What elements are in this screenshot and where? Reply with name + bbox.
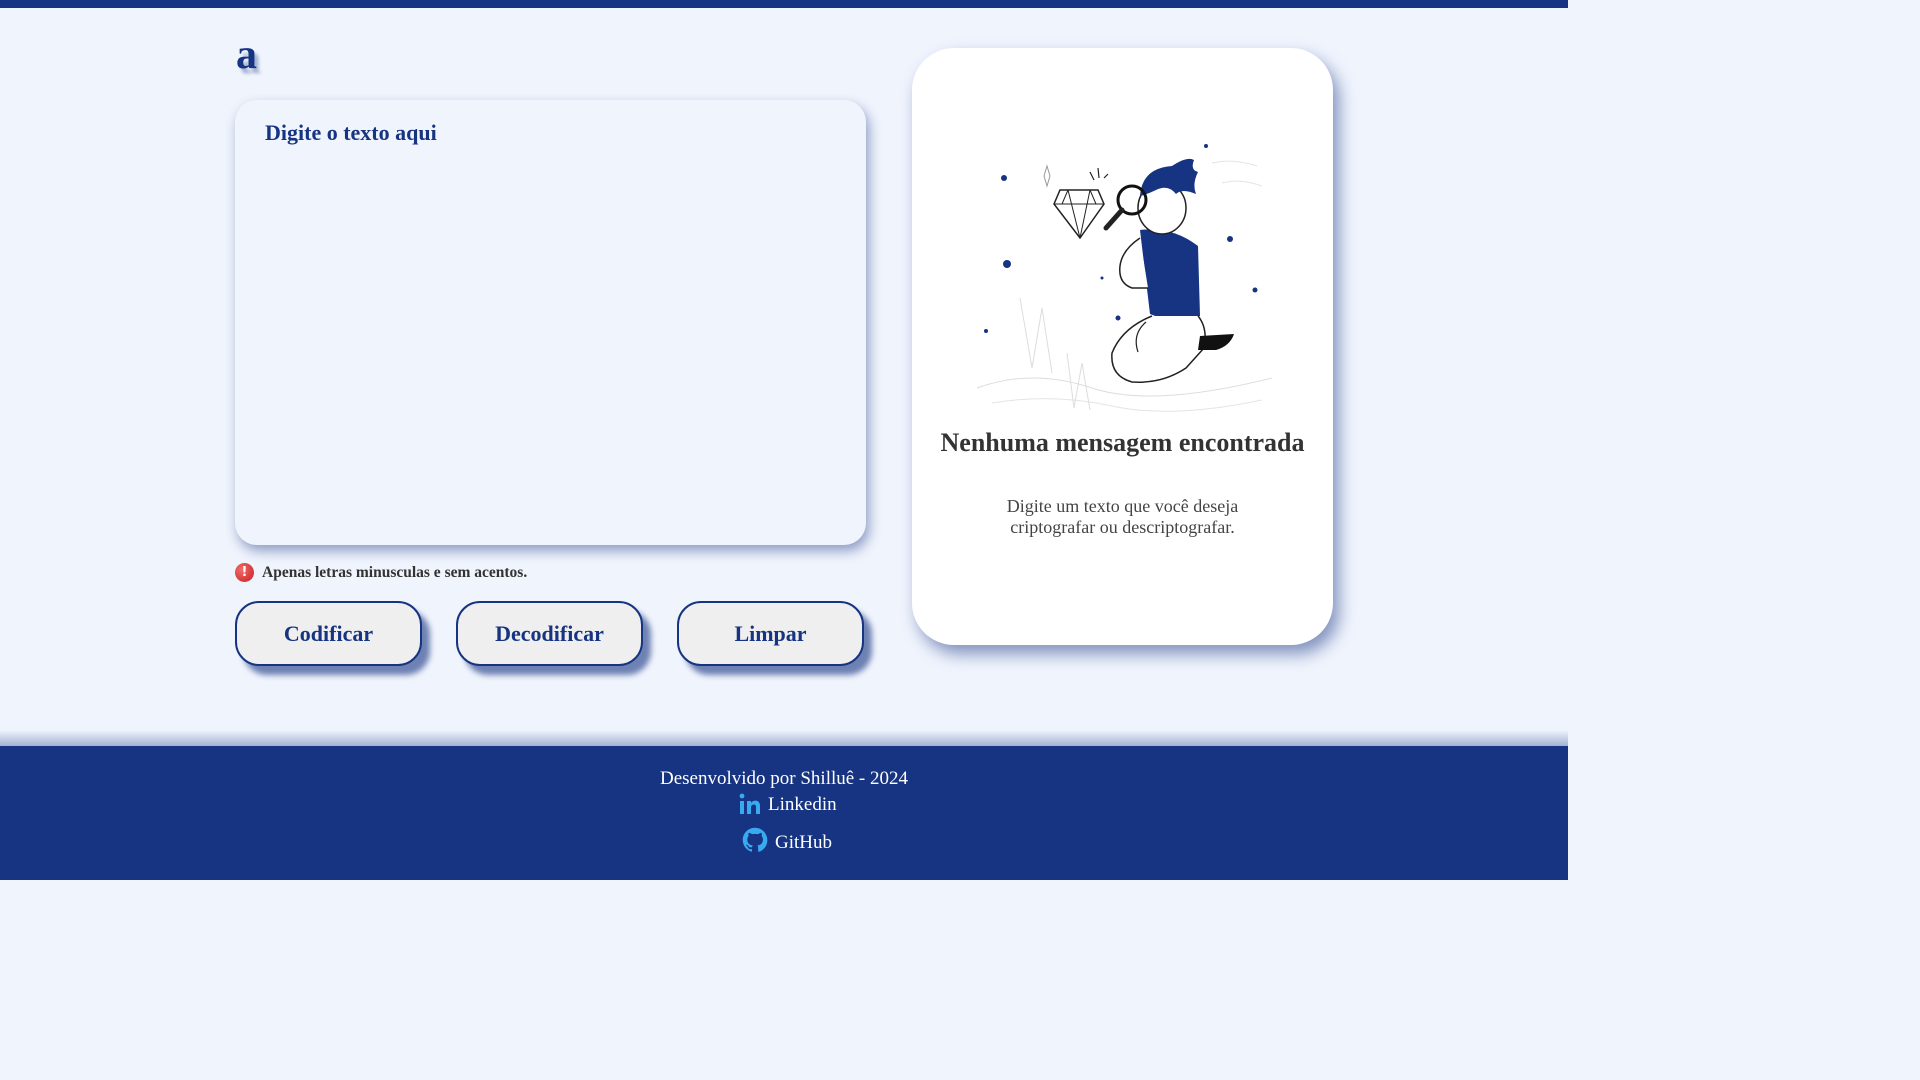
decode-button[interactable]: Decodificar <box>456 601 643 666</box>
exclamation-icon: ! <box>235 563 254 582</box>
encode-button[interactable]: Codificar <box>235 601 422 666</box>
github-link[interactable]: GitHub <box>741 826 832 854</box>
clear-button[interactable]: Limpar <box>677 601 864 666</box>
result-card: Nenhuma mensagem encontrada Digite um te… <box>912 48 1333 645</box>
linkedin-label: Linkedin <box>768 794 837 815</box>
footer: Desenvolvido por Shilluê - 2024 Linkedin… <box>0 746 1568 880</box>
footer-shadow <box>0 730 1568 746</box>
linkedin-link[interactable]: Linkedin <box>738 792 837 816</box>
input-card <box>235 100 866 545</box>
linkedin-icon <box>739 793 760 814</box>
github-label: GitHub <box>775 832 832 853</box>
footer-credit: Desenvolvido por Shilluê - 2024 <box>659 768 909 789</box>
result-title: Nenhuma mensagem encontrada <box>940 428 1305 457</box>
person-with-magnifier-illustration <box>976 144 1273 412</box>
message-input[interactable] <box>263 118 837 522</box>
top-bar <box>0 0 1568 8</box>
result-subtitle: Digite um texto que você deseja criptogr… <box>1006 496 1239 537</box>
logo[interactable]: a <box>236 34 257 76</box>
warning-text: Apenas letras minusculas e sem acentos. <box>262 563 528 581</box>
input-warning: ! Apenas letras minusculas e sem acentos… <box>235 563 527 582</box>
github-icon <box>742 827 768 852</box>
